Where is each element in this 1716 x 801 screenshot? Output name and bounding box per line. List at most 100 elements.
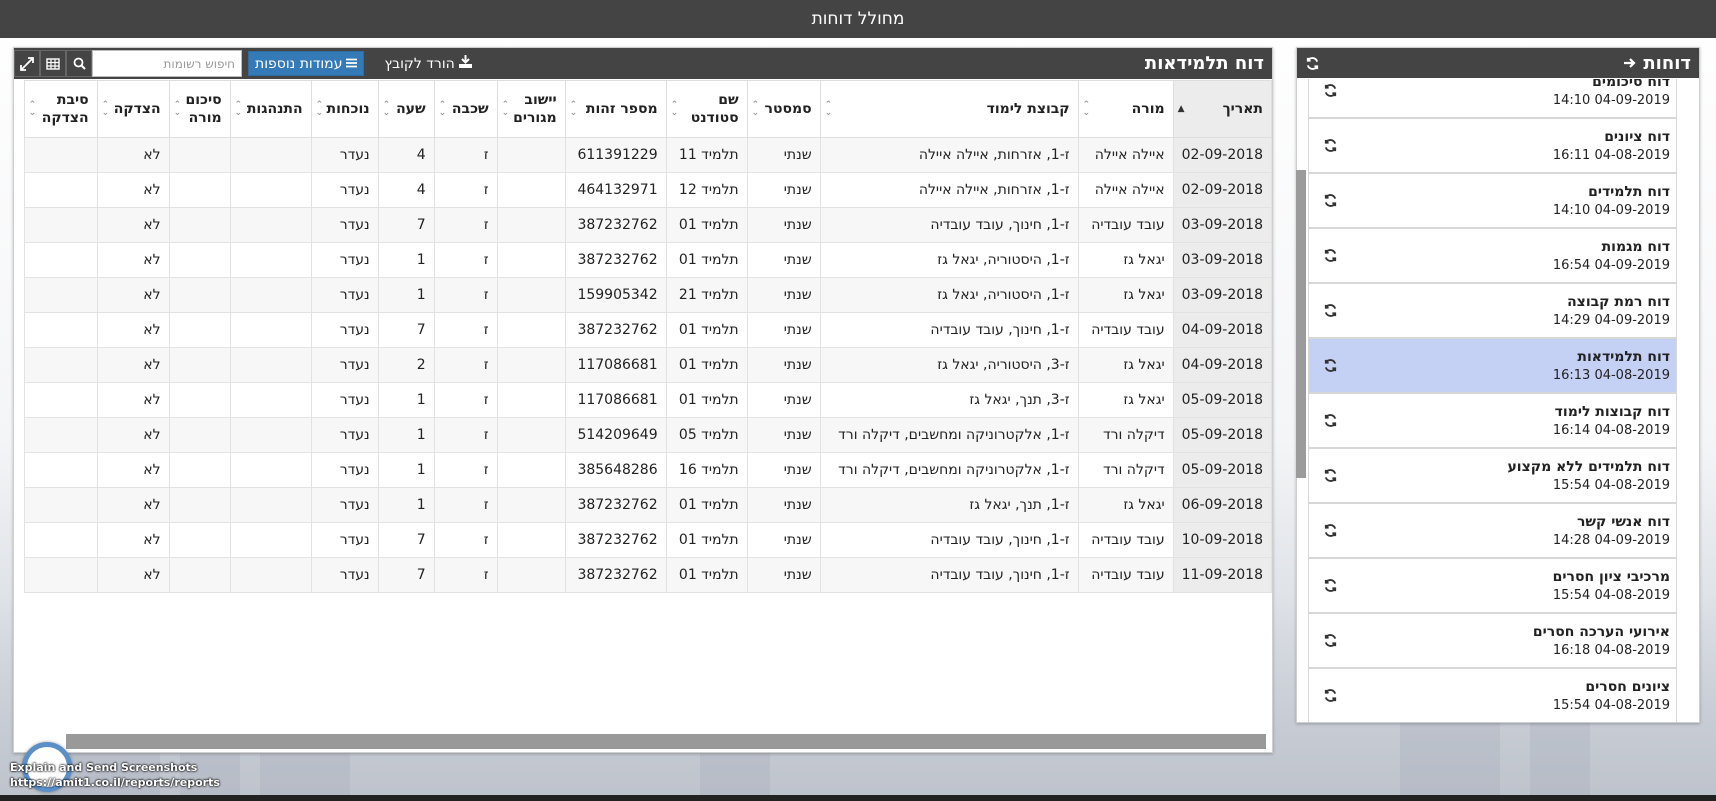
report-name: דוח תלמידים ללא מקצוע (1507, 458, 1670, 475)
refresh-icon[interactable] (1323, 83, 1338, 98)
column-header[interactable]: נוכחות ⌃ ⌄ (310, 80, 379, 138)
table-cell (496, 557, 566, 593)
report-item[interactable]: דוח תלמידים ללא מקצוע 15:54 04-08-2019 (1308, 448, 1677, 503)
column-header[interactable]: סיבת הצדקה ⌃ ⌄ (23, 80, 98, 138)
report-item[interactable]: דוח מגמות 16:54 04-09-2019 (1308, 228, 1677, 283)
sort-icon[interactable]: ⌃ ⌄ (316, 101, 324, 118)
table-cell: נעדר (310, 207, 379, 243)
refresh-icon[interactable] (1323, 413, 1338, 428)
table-cell (23, 137, 98, 173)
table-cell (168, 347, 231, 383)
column-header-label: סיכום (185, 92, 222, 108)
report-item[interactable]: דוח קבוצות לימוד 16:14 04-08-2019 (1308, 393, 1677, 448)
table-row[interactable]: 02-09-2018 איילה איילה ז-1, אזרחות, איילה … (23, 137, 1272, 173)
table-row[interactable]: 03-09-2018 יגאל גז ז-1, היסטוריה, יגאל גז ש… (23, 242, 1272, 278)
report-item[interactable]: דוח תלמידאות 16:13 04-08-2019 (1308, 338, 1677, 393)
table-cell (23, 557, 98, 593)
refresh-icon[interactable] (1323, 193, 1338, 208)
report-name: דוח סיכומים (1592, 79, 1670, 90)
table-row[interactable]: 10-09-2018 עובד עובדיה ז-1, חינוך, עובד עו… (23, 522, 1272, 558)
table-cell: 02-09-2018 (1172, 137, 1272, 173)
sort-icon[interactable]: ⌃ ⌄ (752, 101, 760, 118)
refresh-icon[interactable] (1323, 248, 1338, 263)
report-item[interactable]: דוח תלמידים 14:10 04-09-2019 (1308, 173, 1677, 228)
refresh-icon[interactable] (1323, 633, 1338, 648)
refresh-icon[interactable] (1323, 303, 1338, 318)
table-view-icon[interactable] (40, 50, 66, 77)
report-item[interactable]: ציונים חסרים 15:54 04-08-2019 (1308, 668, 1677, 722)
column-header[interactable]: סמסטר ⌃ ⌄ (746, 80, 821, 138)
sort-icon[interactable]: ⌃ ⌄ (383, 101, 391, 118)
sort-icon[interactable]: ⌃ ⌄ (502, 101, 510, 118)
search-input[interactable] (92, 50, 242, 77)
table-cell (23, 172, 98, 208)
column-header[interactable]: שם סטודנט ⌃ ⌄ (665, 80, 748, 138)
column-header[interactable]: תאריך ▲ (1172, 80, 1272, 138)
arrow-right-icon[interactable] (1623, 56, 1637, 70)
sort-icon[interactable]: ⌃ ⌄ (174, 101, 182, 118)
refresh-icon[interactable] (1323, 523, 1338, 538)
table-row[interactable]: 05-09-2018 דיקלה ורד ז-1, אלקטרוניקה ומחשב… (23, 417, 1272, 453)
column-header[interactable]: שעה ⌃ ⌄ (377, 80, 435, 138)
refresh-icon[interactable] (1323, 358, 1338, 373)
sort-asc-icon[interactable]: ▲ (1178, 105, 1185, 114)
report-name: דוח מגמות (1601, 238, 1670, 255)
refresh-icon[interactable] (1323, 688, 1338, 703)
table-cell (496, 172, 566, 208)
table-cell (23, 417, 98, 453)
search-icon[interactable] (66, 50, 92, 77)
table-horizontal-scrollbar[interactable] (66, 734, 1266, 749)
table-row[interactable]: 11-09-2018 עובד עובדיה ז-1, חינוך, עובד עו… (23, 557, 1272, 593)
table-cell: איילה איילה (1077, 172, 1174, 208)
table-cell (23, 522, 98, 558)
sort-icon[interactable]: ⌃ ⌄ (570, 101, 578, 118)
table-cell (229, 452, 312, 488)
refresh-icon[interactable] (1323, 468, 1338, 483)
column-header[interactable]: יישוב מגורים ⌃ ⌄ (496, 80, 566, 138)
table-row[interactable]: 04-09-2018 עובד עובדיה ז-1, חינוך, עובד עו… (23, 312, 1272, 348)
table-row[interactable]: 06-09-2018 יגאל גז ז-1, תנך, יגאל גז שנתי תל… (23, 487, 1272, 523)
column-header[interactable]: התנהגות ⌃ ⌄ (229, 80, 312, 138)
table-cell: תלמיד 21 (665, 277, 748, 313)
reports-scrollbar[interactable] (1296, 170, 1306, 478)
sort-icon[interactable]: ⌃ ⌄ (825, 101, 833, 118)
report-name: דוח ציונים (1604, 128, 1670, 145)
refresh-icon[interactable] (1323, 138, 1338, 153)
refresh-icon[interactable] (1323, 578, 1338, 593)
sort-icon[interactable]: ⌃ ⌄ (671, 101, 679, 118)
table-row[interactable]: 05-09-2018 יגאל גז ז-3, תנך, יגאל גז שנתי תל… (23, 382, 1272, 418)
table-cell (496, 347, 566, 383)
report-item[interactable]: דוח רמת קבוצה 14:29 04-09-2019 (1308, 283, 1677, 338)
sort-icon[interactable]: ⌃ ⌄ (439, 101, 447, 118)
table-row[interactable]: 03-09-2018 יגאל גז ז-1, היסטוריה, יגאל גז ש… (23, 277, 1272, 313)
table-cell: 05-09-2018 (1172, 452, 1272, 488)
table-row[interactable]: 02-09-2018 איילה איילה ז-1, אזרחות, איילה … (23, 172, 1272, 208)
report-item[interactable]: אירועי הערכה חסרים 16:18 04-08-2019 (1308, 613, 1677, 668)
table-row[interactable]: 03-09-2018 עובד עובדיה ז-1, חינוך, עובד עו… (23, 207, 1272, 243)
table-cell: ז (433, 347, 498, 383)
reports-title[interactable]: דוחות (1623, 53, 1691, 74)
column-header[interactable]: שכבה ⌃ ⌄ (433, 80, 498, 138)
report-item[interactable]: מרכיבי ציון חסרים 15:54 04-08-2019 (1308, 558, 1677, 613)
sort-icon[interactable]: ⌃ ⌄ (1083, 101, 1091, 118)
table-row[interactable]: 05-09-2018 דיקלה ורד ז-1, אלקטרוניקה ומחשב… (23, 452, 1272, 488)
refresh-all-icon[interactable] (1305, 56, 1320, 71)
sort-icon[interactable]: ⌃ ⌄ (29, 101, 37, 118)
report-item[interactable]: דוח אנשי קשר 14:28 04-09-2019 (1308, 503, 1677, 558)
column-header[interactable]: הצדקה ⌃ ⌄ (96, 80, 170, 138)
column-header[interactable]: מורה ⌃ ⌄ (1077, 80, 1174, 138)
report-title: דוח תלמידאות (1144, 53, 1264, 74)
column-header[interactable]: מספר זהות ⌃ ⌄ (564, 80, 667, 138)
extra-columns-button[interactable]: עמודות נוספות (248, 51, 365, 76)
report-name: ציונים חסרים (1585, 678, 1670, 695)
download-button[interactable]: הורד לקובץ (384, 55, 472, 72)
report-item[interactable]: דוח ציונים 16:11 04-08-2019 (1308, 118, 1677, 173)
sort-icon[interactable]: ⌃ ⌄ (235, 101, 243, 118)
expand-icon[interactable] (14, 50, 40, 77)
report-item[interactable]: דוח סיכומים 14:10 04-09-2019 (1308, 79, 1677, 118)
sort-icon[interactable]: ⌃ ⌄ (102, 101, 110, 118)
column-header[interactable]: סיכום מורה ⌃ ⌄ (168, 80, 231, 138)
table-row[interactable]: 04-09-2018 יגאל גז ז-3, היסטוריה, יגאל גז ש… (23, 347, 1272, 383)
table-cell: שנתי (746, 137, 821, 173)
column-header[interactable]: קבוצת לימוד ⌃ ⌄ (819, 80, 1079, 138)
